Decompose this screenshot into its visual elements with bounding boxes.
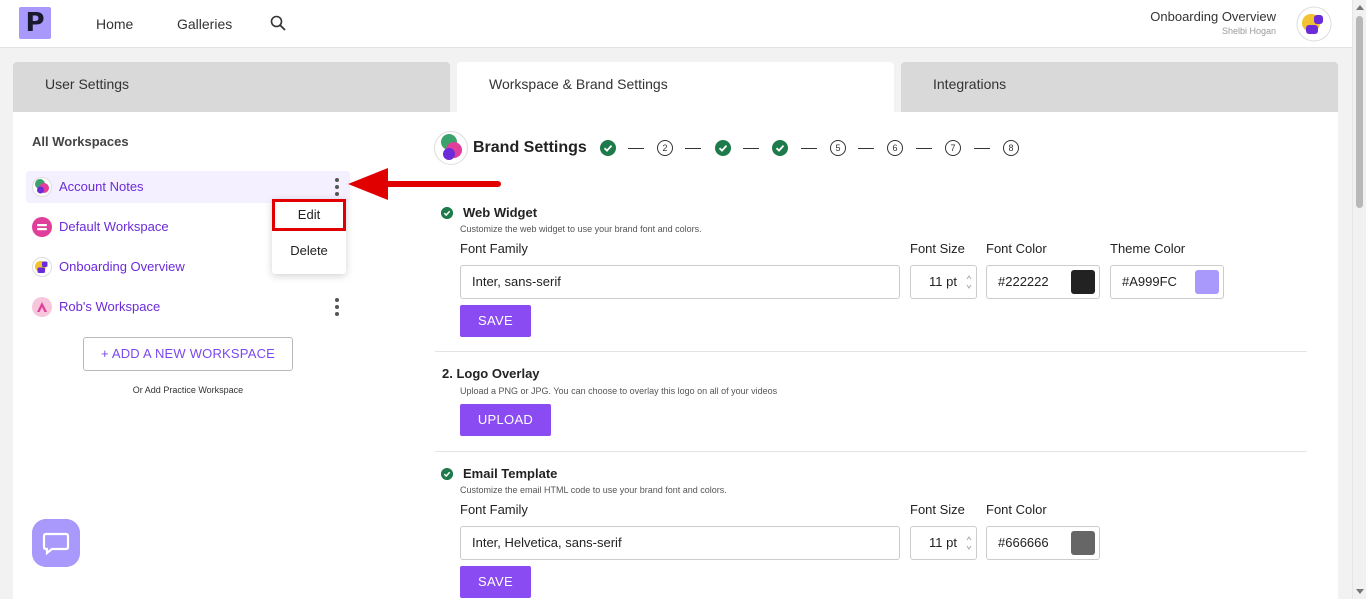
tab-workspace-brand-settings[interactable]: Workspace & Brand Settings: [457, 62, 894, 114]
logo-upload-button[interactable]: UPLOAD: [460, 404, 551, 436]
logo-overlay-title: 2. Logo Overlay: [442, 366, 540, 381]
stepper-arrows-icon[interactable]: [966, 272, 972, 292]
font-family-label: Font Family: [460, 502, 528, 517]
email-font-color-value: #666666: [998, 535, 1049, 550]
font-color-label: Font Color: [986, 241, 1047, 256]
top-bar: P Home Galleries Onboarding Overview She…: [0, 0, 1352, 48]
step-2[interactable]: 2: [657, 140, 673, 156]
step-connector: [743, 148, 759, 149]
workspace-label: Account Notes: [59, 179, 144, 194]
arrow-icon: [348, 168, 501, 200]
step-7[interactable]: 7: [945, 140, 961, 156]
scroll-up-icon[interactable]: [1356, 5, 1364, 10]
chat-icon[interactable]: [32, 519, 80, 567]
web-widget-description: Customize the web widget to use your bra…: [460, 224, 702, 234]
section-divider: [435, 351, 1307, 352]
email-font-size-stepper[interactable]: 11 pt: [910, 526, 977, 560]
step-connector: [974, 148, 990, 149]
kebab-icon[interactable]: [332, 176, 342, 198]
logo-overlay-description: Upload a PNG or JPG. You can choose to o…: [460, 386, 778, 396]
account-switcher[interactable]: Onboarding Overview Shelbi Hogan: [1150, 9, 1276, 36]
web-widget-title: Web Widget: [463, 205, 538, 220]
workspace-context-menu: Edit Delete: [272, 199, 346, 274]
scroll-down-icon[interactable]: [1356, 589, 1364, 594]
email-template-save-button[interactable]: SAVE: [460, 566, 531, 598]
widget-font-size-stepper[interactable]: 11 pt: [910, 265, 977, 299]
font-size-label: Font Size: [910, 502, 965, 517]
search-icon[interactable]: [270, 15, 286, 31]
step-connector: [916, 148, 932, 149]
step-3-check-icon[interactable]: [715, 140, 731, 156]
widget-font-family-input[interactable]: Inter, sans-serif: [460, 265, 900, 299]
nav-galleries[interactable]: Galleries: [177, 16, 232, 32]
delete-menu-item[interactable]: Delete: [272, 243, 346, 258]
theme-color-label: Theme Color: [1110, 241, 1186, 256]
account-avatar[interactable]: [1296, 6, 1332, 42]
tab-integrations[interactable]: Integrations: [901, 62, 1338, 114]
scroll-thumb[interactable]: [1356, 16, 1363, 208]
email-template-check-icon: [441, 468, 453, 480]
step-1-check-icon[interactable]: [600, 140, 616, 156]
step-8[interactable]: 8: [1003, 140, 1019, 156]
add-practice-workspace-link[interactable]: Or Add Practice Workspace: [83, 385, 293, 395]
step-5[interactable]: 5: [830, 140, 846, 156]
workspace-label: Onboarding Overview: [59, 259, 185, 274]
workspace-item-robs-workspace[interactable]: Rob's Workspace: [26, 291, 350, 323]
step-connector: [858, 148, 874, 149]
workspace-avatar: [32, 177, 52, 197]
email-template-description: Customize the email HTML code to use you…: [460, 485, 727, 495]
email-font-size-value: 11 pt: [929, 535, 957, 550]
brand-settings-title: Brand Settings: [473, 139, 587, 156]
widget-font-size-value: 11 pt: [929, 274, 957, 289]
edit-menu-item[interactable]: Edit: [272, 199, 346, 231]
web-widget-check-icon: [441, 207, 453, 219]
step-connector: [801, 148, 817, 149]
account-user: Shelbi Hogan: [1221, 26, 1276, 36]
workspace-avatar: [32, 257, 52, 277]
tab-user-settings[interactable]: User Settings: [13, 62, 450, 114]
stepper-arrows-icon[interactable]: [966, 533, 972, 553]
email-template-title: Email Template: [463, 466, 558, 481]
kebab-icon[interactable]: [332, 296, 342, 318]
workspaces-heading: All Workspaces: [32, 134, 129, 149]
email-font-family-input[interactable]: Inter, Helvetica, sans-serif: [460, 526, 900, 560]
nav-home[interactable]: Home: [96, 16, 133, 32]
step-connector: [685, 148, 701, 149]
app-logo[interactable]: P: [19, 7, 51, 39]
font-color-label: Font Color: [986, 502, 1047, 517]
account-title: Onboarding Overview: [1150, 9, 1276, 24]
font-size-label: Font Size: [910, 241, 965, 256]
step-4-check-icon[interactable]: [772, 140, 788, 156]
add-workspace-button[interactable]: + ADD A NEW WORKSPACE: [83, 337, 293, 371]
widget-theme-color-swatch[interactable]: [1195, 270, 1219, 294]
widget-theme-color-value: #A999FC: [1122, 274, 1177, 289]
workspace-label: Default Workspace: [59, 219, 169, 234]
workspace-label: Rob's Workspace: [59, 299, 161, 314]
section-divider: [435, 451, 1307, 452]
email-font-color-swatch[interactable]: [1071, 531, 1095, 555]
step-connector: [628, 148, 644, 149]
scrollbar[interactable]: [1352, 0, 1366, 599]
web-widget-save-button[interactable]: SAVE: [460, 305, 531, 337]
step-6[interactable]: 6: [887, 140, 903, 156]
brand-avatar: [434, 131, 468, 165]
widget-font-color-swatch[interactable]: [1071, 270, 1095, 294]
font-family-label: Font Family: [460, 241, 528, 256]
workspace-avatar: [32, 217, 52, 237]
workspace-avatar: [32, 297, 52, 317]
widget-font-color-value: #222222: [998, 274, 1049, 289]
